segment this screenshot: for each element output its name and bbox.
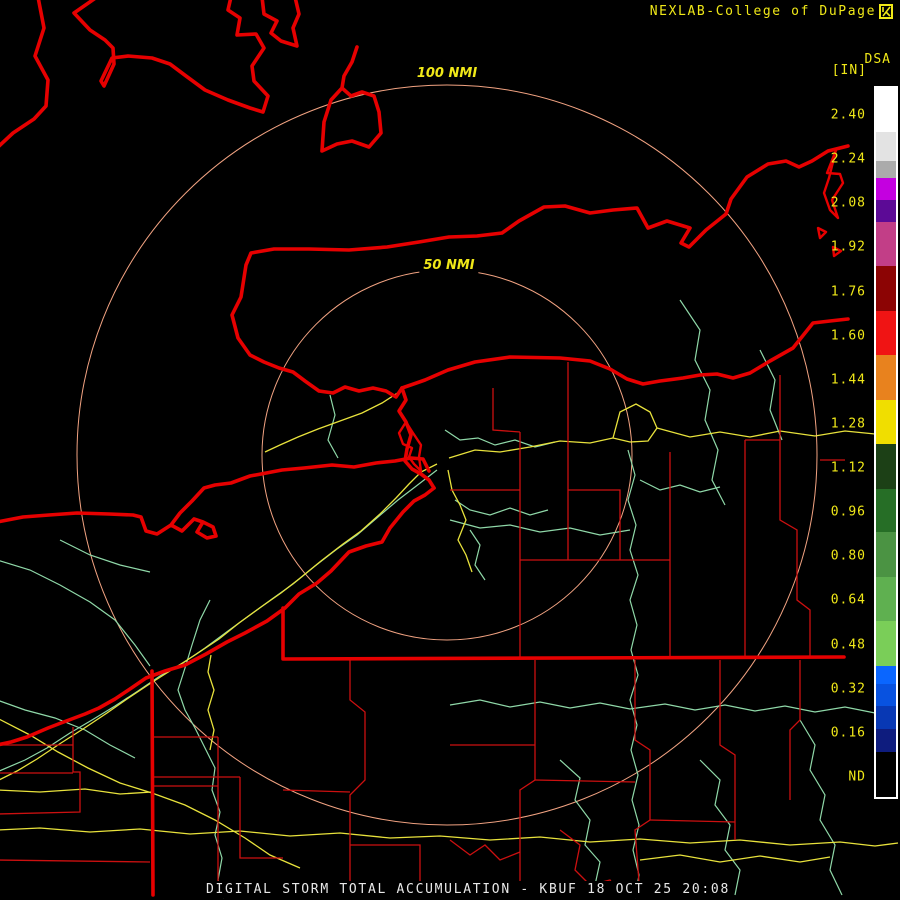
cod-logo-icon [879,4,893,19]
color-scale-tick-label: 1.28 [830,416,866,432]
product-code-label: DSA [864,52,891,67]
color-scale-tick-label: 2.08 [830,195,866,211]
color-scale-segment [876,752,896,797]
radar-display: 100 NMI 50 NMI NEXLAB-College of DuPage … [0,0,900,900]
color-scale-segment [876,489,896,532]
color-scale-tick-label: ND [848,769,866,785]
product-title-bar: DIGITAL STORM TOTAL ACCUMULATION - KBUF … [204,881,732,898]
range-ring-label-50nmi: 50 NMI [419,258,479,274]
color-scale-segment [876,311,896,355]
color-scale-segment [876,729,896,752]
color-scale-segment [876,706,896,729]
color-scale-segment [876,400,896,444]
color-scale-segment [876,684,896,706]
color-scale-segment [876,161,896,178]
range-ring-label-100nmi: 100 NMI [412,66,482,82]
color-scale-tick-label: 0.48 [830,637,866,653]
color-scale-tick-label: 0.32 [830,681,866,697]
bay-notch [260,0,301,48]
color-scale-segment [876,355,896,400]
color-scale-segment [876,178,896,200]
lake-erie-us-shore [0,486,436,747]
lake-simcoe-shore [72,0,270,114]
grand-island [397,420,423,473]
color-scale-segment [876,666,896,684]
shorelines-borders [0,0,850,897]
color-scale-segment [876,266,896,311]
color-scale-tick-label: 1.44 [830,372,866,388]
color-scale-tick-label: 1.92 [830,239,866,255]
rivers-streams [0,299,899,899]
color-scale-segment [876,444,896,489]
color-scale-segment [876,222,896,266]
color-scale-tick-label: 1.76 [830,284,866,300]
color-scale-tick-label: 0.64 [830,592,866,608]
color-scale-tick-label: 2.40 [830,107,866,123]
color-scale-segment [876,88,896,132]
color-scale-tick-label: 1.60 [830,328,866,344]
color-scale-tick-label: 1.12 [830,460,866,476]
ny-pa-border [281,606,846,661]
color-scale-segment [876,621,896,666]
georgian-shore-west [0,0,50,148]
product-units-label: [IN] [831,63,867,78]
basemap [0,0,899,899]
brand-text: NEXLAB-College of DuPage [649,4,876,19]
color-scale-segment [876,532,896,577]
lake-ontario-south-shore [400,317,850,390]
color-scale-bar [874,86,898,799]
range-ring-100nmi [76,84,818,826]
color-scale-tick-label: 0.16 [830,725,866,741]
county-boundaries [0,362,845,896]
color-scale-segment [876,200,896,222]
color-scale-segment [876,132,896,161]
color-scale-tick-label: 0.80 [830,548,866,564]
color-scale-segment [876,577,896,621]
pa-west-border [150,669,155,897]
color-scale-tick-label: 2.24 [830,151,866,167]
lake-erie-canada-shore [0,456,431,540]
highways [0,391,899,869]
color-scale-tick-label: 0.96 [830,504,866,520]
kawartha-lake [320,45,383,153]
